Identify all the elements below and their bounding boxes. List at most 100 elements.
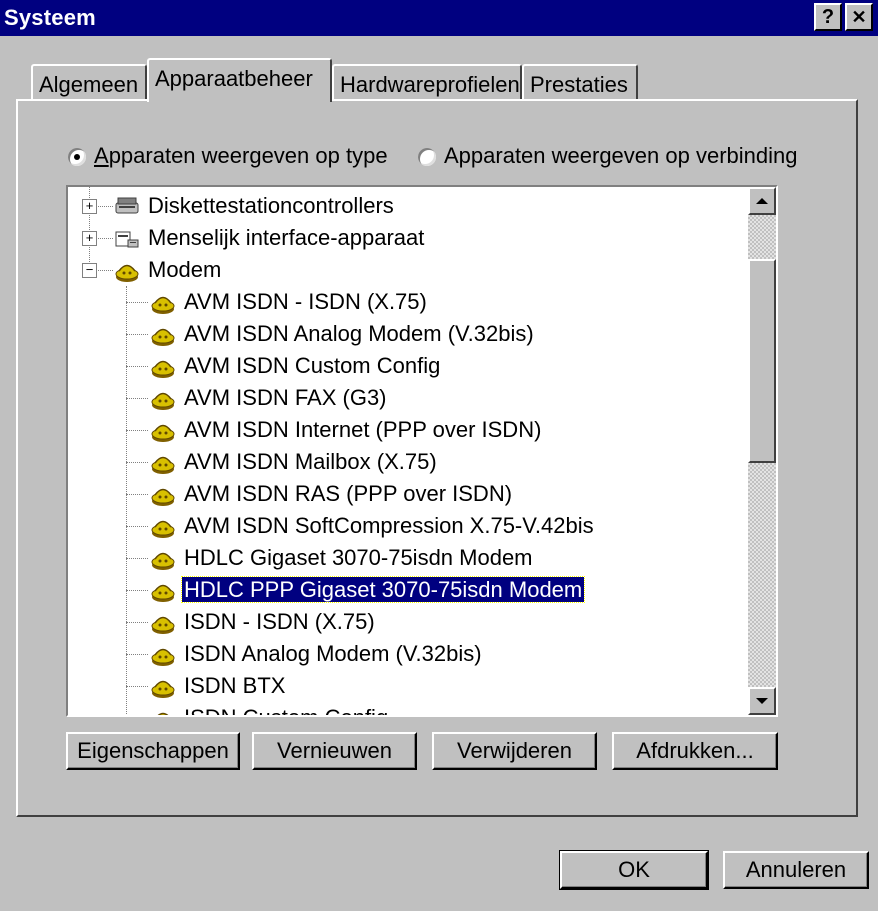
tree-line xyxy=(126,622,148,623)
tree-item-label: ISDN BTX xyxy=(184,673,286,698)
modem-icon xyxy=(150,545,182,571)
device-tree[interactable]: + Diskettestationcontrollers + Menselijk in… xyxy=(66,185,778,717)
ok-button[interactable]: OK xyxy=(559,850,709,890)
title-bar[interactable]: Systeem ? ✕ xyxy=(0,0,878,36)
tree-device[interactable]: ISDN Custom Config xyxy=(150,702,390,715)
tree-line xyxy=(126,526,148,527)
radio-selected-icon xyxy=(68,148,86,167)
scroll-thumb[interactable] xyxy=(748,259,776,463)
device-tree-list: + Diskettestationcontrollers + Menselijk in… xyxy=(68,187,750,715)
tree-item-label: AVM ISDN - ISDN (X.75) xyxy=(184,289,427,314)
tree-line xyxy=(126,654,148,655)
scroll-down-button[interactable] xyxy=(748,687,776,715)
refresh-button[interactable]: Vernieuwen xyxy=(252,732,417,770)
tree-item-label: Diskettestationcontrollers xyxy=(148,193,394,218)
tab-apparaatbeheer[interactable]: Apparaatbeheer xyxy=(147,58,332,102)
tree-device[interactable]: AVM ISDN Analog Modem (V.32bis) xyxy=(150,318,536,350)
print-button-label: Afdrukken... xyxy=(636,738,754,763)
tree-item-label: HDLC Gigaset 3070-75isdn Modem xyxy=(184,545,533,570)
modem-icon xyxy=(150,385,182,411)
tree-line xyxy=(126,590,148,591)
mnemonic-a: A xyxy=(94,143,109,168)
arrow-down-icon xyxy=(756,698,768,704)
vertical-scrollbar[interactable] xyxy=(748,187,776,715)
modem-icon xyxy=(150,321,182,347)
tree-line xyxy=(126,398,148,399)
remove-button-label: Verwijderen xyxy=(457,738,572,763)
tab-label: Prestaties xyxy=(530,72,628,97)
tree-device[interactable]: ISDN - ISDN (X.75) xyxy=(150,606,377,638)
ok-button-label: OK xyxy=(618,857,650,882)
radio-label-by-type: Apparaten weergeven op type xyxy=(94,143,388,168)
tree-item-label: AVM ISDN RAS (PPP over ISDN) xyxy=(184,481,513,506)
tab-hardwareprofielen[interactable]: Hardwareprofielen xyxy=(332,64,522,102)
tree-device[interactable]: AVM ISDN SoftCompression X.75-V.42bis xyxy=(150,510,596,542)
tree-device[interactable]: AVM ISDN Mailbox (X.75) xyxy=(150,446,439,478)
system-properties-dialog: Systeem ? ✕ Algemeen Apparaatbeheer Hard… xyxy=(0,0,878,911)
tree-line xyxy=(126,302,148,303)
help-icon: ? xyxy=(821,6,835,28)
tree-line xyxy=(126,462,148,463)
modem-icon xyxy=(150,449,182,475)
modem-icon xyxy=(150,289,182,315)
tree-item-label: AVM ISDN Custom Config xyxy=(184,353,441,378)
modem-icon xyxy=(150,353,182,379)
window-title: Systeem xyxy=(4,5,96,30)
tree-category[interactable]: Menselijk interface-apparaat xyxy=(114,222,426,254)
tree-item-label: AVM ISDN Mailbox (X.75) xyxy=(184,449,437,474)
help-button[interactable]: ? xyxy=(814,3,842,31)
tree-device[interactable]: ISDN Analog Modem (V.32bis) xyxy=(150,638,484,670)
modem-icon xyxy=(150,609,182,635)
tree-item-label: Modem xyxy=(148,257,222,282)
tree-device[interactable]: AVM ISDN - ISDN (X.75) xyxy=(150,286,429,318)
tree-device[interactable]: AVM ISDN Custom Config xyxy=(150,350,442,382)
radio-view-by-connection[interactable]: Apparaten weergeven op verbinding xyxy=(418,143,797,171)
tab-label: Algemeen xyxy=(39,72,139,97)
refresh-button-label: Vernieuwen xyxy=(277,738,392,763)
tree-device[interactable]: HDLC Gigaset 3070-75isdn Modem xyxy=(150,542,535,574)
tree-device[interactable]: AVM ISDN FAX (G3) xyxy=(150,382,389,414)
remove-button[interactable]: Verwijderen xyxy=(432,732,597,770)
tree-device[interactable]: ISDN BTX xyxy=(150,670,287,702)
radio-view-by-type[interactable]: Apparaten weergeven op type xyxy=(68,143,388,171)
tree-item-label: ISDN Custom Config xyxy=(182,705,390,715)
expand-icon[interactable]: + xyxy=(82,231,97,246)
tree-line xyxy=(126,366,148,367)
tree-device[interactable]: AVM ISDN RAS (PPP over ISDN) xyxy=(150,478,514,510)
scroll-up-button[interactable] xyxy=(748,187,776,215)
collapse-icon[interactable]: − xyxy=(82,263,97,278)
tree-item-label: HDLC PPP Gigaset 3070-75isdn Modem xyxy=(180,576,586,603)
cancel-button-label: Annuleren xyxy=(745,857,847,882)
properties-button-label: Eigenschappen xyxy=(77,738,229,763)
tree-line xyxy=(126,334,148,335)
tree-line xyxy=(126,286,127,715)
modem-icon xyxy=(150,417,182,443)
floppy-controller-icon xyxy=(114,193,146,218)
tree-line xyxy=(126,686,148,687)
cancel-button[interactable]: Annuleren xyxy=(723,851,869,889)
tree-category[interactable]: Modem xyxy=(114,254,223,286)
arrow-up-icon xyxy=(756,198,768,204)
tree-item-label: AVM ISDN Analog Modem (V.32bis) xyxy=(184,321,534,346)
expand-icon[interactable]: + xyxy=(82,199,97,214)
close-button[interactable]: ✕ xyxy=(845,3,873,31)
tree-device[interactable]: AVM ISDN Internet (PPP over ISDN) xyxy=(150,414,543,446)
close-icon: ✕ xyxy=(851,7,867,27)
print-button[interactable]: Afdrukken... xyxy=(612,732,778,770)
tree-device[interactable]: HDLC PPP Gigaset 3070-75isdn Modem xyxy=(150,574,586,606)
tab-prestaties[interactable]: Prestaties xyxy=(522,64,638,102)
modem-icon xyxy=(150,641,182,667)
modem-icon xyxy=(150,705,182,715)
radio-label-by-type-text: pparaten weergeven op type xyxy=(108,143,388,168)
radio-label-by-connection: Apparaten weergeven op verbinding xyxy=(444,143,798,168)
tree-item-label: AVM ISDN Internet (PPP over ISDN) xyxy=(184,417,542,442)
properties-button[interactable]: Eigenschappen xyxy=(66,732,240,770)
tree-category[interactable]: Diskettestationcontrollers xyxy=(114,190,396,222)
tab-label: Apparaatbeheer xyxy=(155,66,313,91)
tab-label: Hardwareprofielen xyxy=(340,72,520,97)
tree-item-label: ISDN - ISDN (X.75) xyxy=(184,609,375,634)
tab-algemeen[interactable]: Algemeen xyxy=(31,64,147,102)
hid-icon xyxy=(114,225,146,250)
tree-item-label: AVM ISDN SoftCompression X.75-V.42bis xyxy=(184,513,594,538)
modem-icon xyxy=(150,481,182,507)
